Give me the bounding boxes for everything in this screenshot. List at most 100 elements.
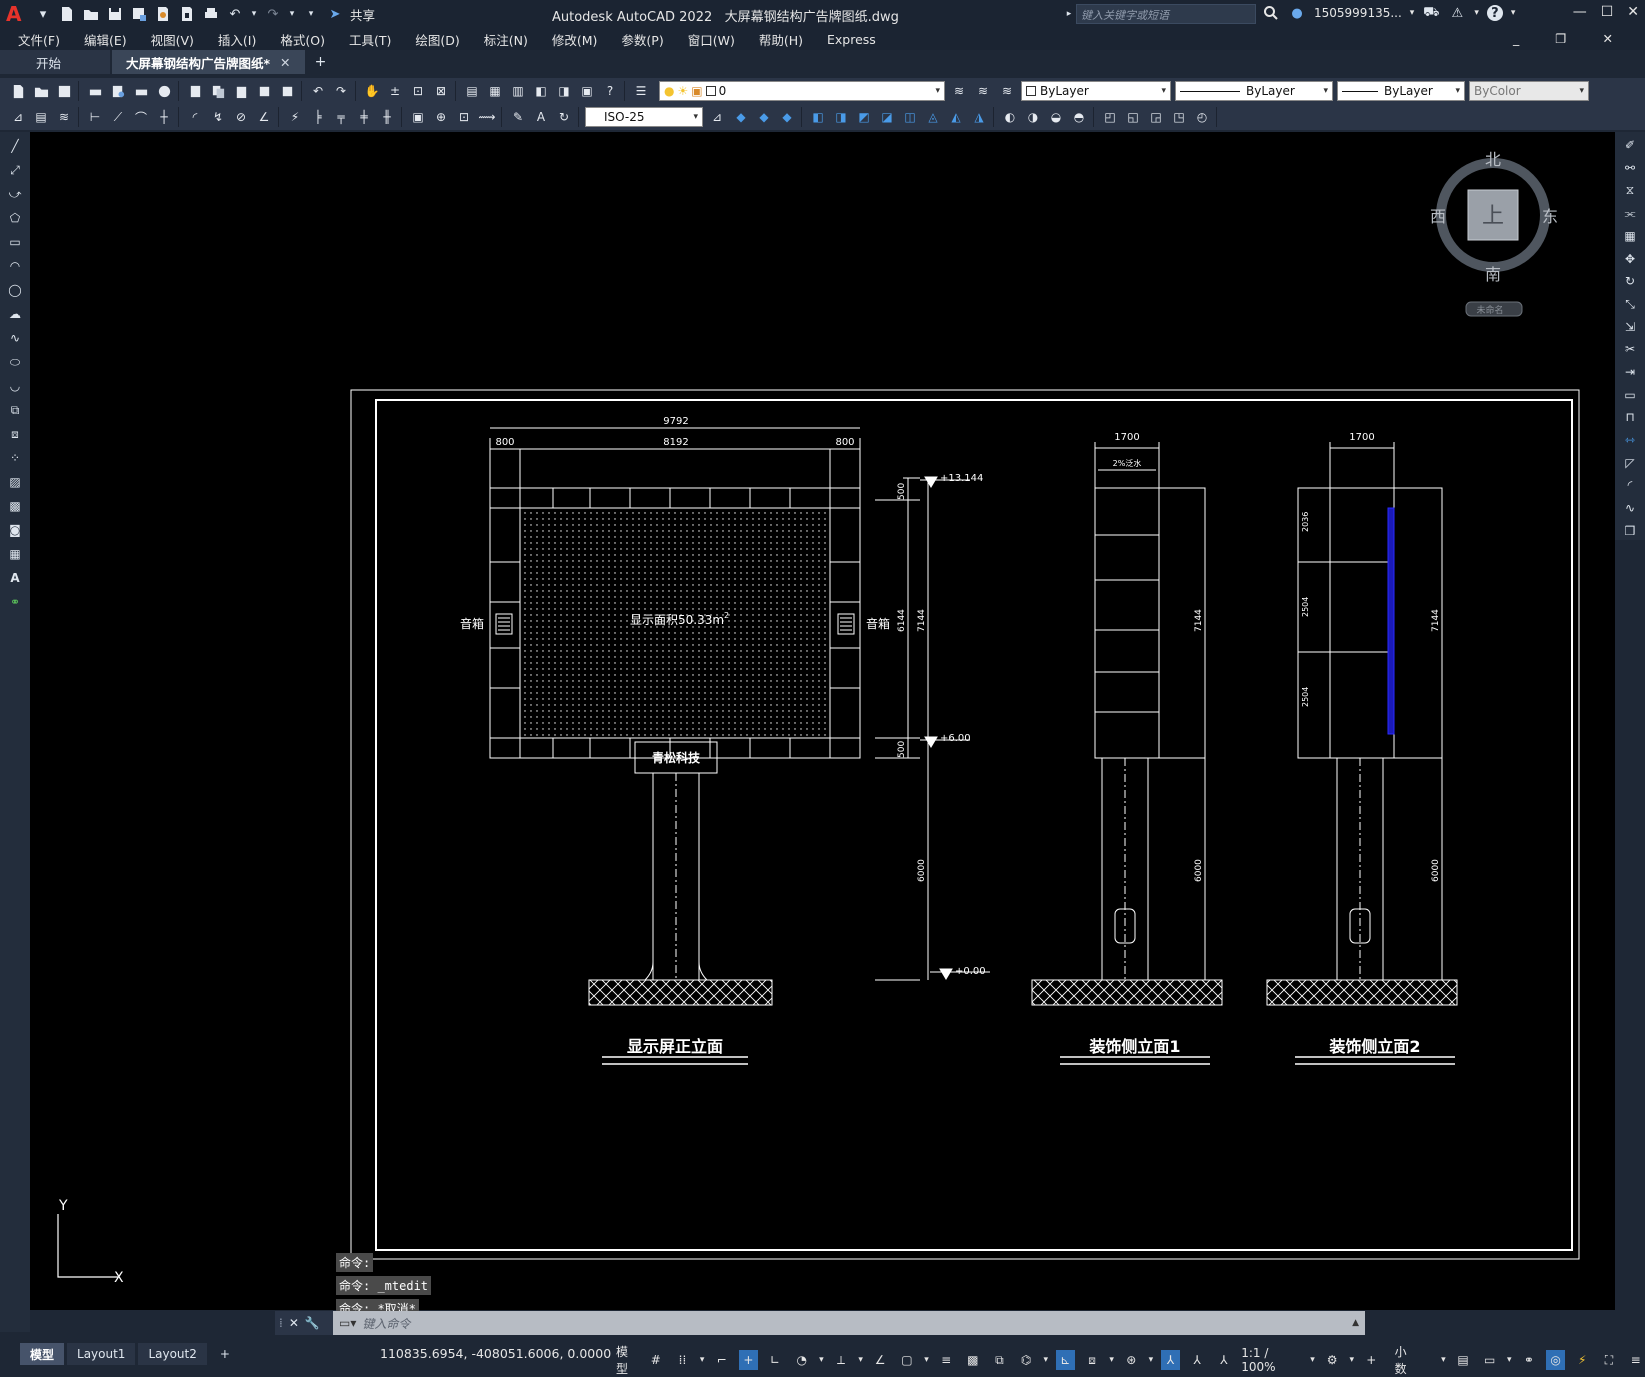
center-mark-icon[interactable]: ⊕ [431, 107, 451, 127]
spline-icon[interactable]: ∿ [5, 328, 25, 348]
menu-edit[interactable]: 编辑(E) [84, 30, 127, 49]
help-icon[interactable]: ? [1486, 5, 1503, 21]
continue-icon[interactable]: ╤ [331, 107, 351, 127]
gradient-icon[interactable]: ▩ [5, 496, 25, 516]
tool-palettes-icon[interactable]: ▥ [508, 81, 528, 101]
calculator-icon[interactable]: ▣ [577, 81, 597, 101]
union-icon[interactable]: ◆ [754, 107, 774, 127]
workspace-chevron-icon[interactable]: ▾ [1349, 1355, 1354, 1365]
snap-icon[interactable]: ⁞⁞ [673, 1350, 692, 1370]
sheet-set-icon[interactable]: ◧ [531, 81, 551, 101]
region-icon[interactable]: ◙ [5, 520, 25, 540]
layer-lock-icon[interactable]: ▣ [691, 84, 702, 98]
undo-icon[interactable]: ↶ [308, 81, 328, 101]
filter-chevron-icon[interactable]: ▾ [1109, 1355, 1114, 1365]
app-menu-chevron-icon[interactable]: ▾ [34, 5, 52, 23]
make-block-icon[interactable]: ⧈ [5, 424, 25, 444]
minimize-icon[interactable]: — [1573, 4, 1587, 20]
zoom-previous-icon[interactable]: ⊠ [431, 81, 451, 101]
rotate-face-icon[interactable]: ◫ [900, 107, 920, 127]
compass-north[interactable]: 北 [1485, 150, 1501, 169]
menu-draw[interactable]: 绘图(D) [415, 30, 459, 49]
maximize-icon[interactable]: ☐ [1601, 4, 1614, 20]
3d-osnap-icon[interactable]: ⌬ [1017, 1350, 1036, 1370]
rectangle-icon[interactable]: ▭ [5, 232, 25, 252]
selection-filter-icon[interactable]: ⧈ [1083, 1350, 1102, 1370]
cart-icon[interactable]: ⛟ [1422, 4, 1440, 22]
search-icon[interactable] [1262, 4, 1280, 22]
hardware-acceleration-icon[interactable]: ⚡ [1573, 1350, 1592, 1370]
copy-face-icon[interactable]: ◭ [946, 107, 966, 127]
help-chevron-icon[interactable]: ▾ [1511, 8, 1516, 18]
rotate-icon[interactable]: ↻ [1620, 272, 1640, 291]
share-icon[interactable]: ➤ [326, 5, 344, 23]
save-as-icon[interactable] [130, 5, 148, 23]
lock-chevron-icon[interactable]: ▾ [1507, 1355, 1512, 1365]
annotation-visibility-icon[interactable]: ⅄ [1161, 1350, 1180, 1370]
workspace-gear-icon[interactable]: ⚙ [1323, 1350, 1342, 1370]
extrude-face-icon[interactable]: ◧ [808, 107, 828, 127]
redo-icon[interactable]: ↷ [331, 81, 351, 101]
fillet-icon[interactable]: ◜ [1620, 476, 1640, 495]
share-label[interactable]: 共享 [350, 5, 375, 24]
ordinate-icon[interactable]: ┼ [154, 107, 174, 127]
markup-icon[interactable]: ◨ [554, 81, 574, 101]
undo-icon[interactable]: ↶ [226, 5, 244, 23]
dimstyle-dropdown[interactable]: ISO-25 ▾ [585, 107, 703, 127]
save-icon[interactable] [106, 5, 124, 23]
arc-length-icon[interactable]: ⌒ [131, 107, 151, 127]
separate-icon[interactable]: ◒ [1046, 107, 1066, 127]
menu-dimension[interactable]: 标注(N) [484, 30, 528, 49]
insert-block-icon[interactable]: ⧉ [5, 400, 25, 420]
menu-help[interactable]: 帮助(H) [759, 30, 803, 49]
tolerance-icon[interactable]: ▣ [408, 107, 428, 127]
diameter-icon[interactable]: ⊘ [231, 107, 251, 127]
tab-start[interactable]: 开始 [0, 50, 110, 74]
tab-model[interactable]: 模型 [20, 1343, 65, 1365]
3d-print-icon[interactable] [154, 81, 174, 101]
arc-icon[interactable]: ◠ [5, 256, 25, 276]
user-name[interactable]: 1505999135... [1314, 6, 1402, 20]
cut-icon[interactable] [185, 81, 205, 101]
copy-icon[interactable] [208, 81, 228, 101]
isodraft-icon[interactable]: ⟂ [832, 1350, 851, 1370]
properties-icon[interactable]: ▤ [462, 81, 482, 101]
auto-scale-icon[interactable]: ⅄ [1188, 1350, 1207, 1370]
graphics-performance-icon[interactable]: ◎ [1546, 1350, 1565, 1370]
offset-icon[interactable]: ⫘ [1620, 204, 1640, 223]
open-web-icon[interactable] [154, 5, 172, 23]
ucs-icon[interactable]: ⊿ [8, 107, 28, 127]
blend-icon[interactable]: ∿ [1620, 499, 1640, 518]
block-editor-icon[interactable] [277, 81, 297, 101]
quick-properties-icon[interactable]: ▤ [1454, 1350, 1473, 1370]
array-icon[interactable]: ▦ [1620, 227, 1640, 246]
linear-dimension-icon[interactable]: ⊢ [85, 107, 105, 127]
print-preview-icon[interactable] [108, 81, 128, 101]
3d-osnap-chevron-icon[interactable]: ▾ [1044, 1355, 1049, 1365]
layer-icon[interactable]: ≋ [54, 107, 74, 127]
command-recent-icon[interactable]: ▭▾ [339, 1316, 356, 1330]
selection-cycling-icon[interactable]: ⧉ [990, 1350, 1009, 1370]
imprint-icon[interactable]: ◐ [1000, 107, 1020, 127]
dynamic-ucs-icon[interactable]: ⊾ [1056, 1350, 1075, 1370]
quick-dimension-icon[interactable]: ⚡ [285, 107, 305, 127]
match-properties-icon[interactable] [254, 81, 274, 101]
help-icon[interactable]: ? [600, 81, 620, 101]
doc-close-icon[interactable]: ✕ [1603, 31, 1613, 46]
linetype-dropdown[interactable]: ByLayer ▾ [1175, 81, 1333, 101]
extract-edges-icon[interactable]: ◱ [1123, 107, 1143, 127]
annotation-monitor-icon[interactable]: + [1362, 1350, 1381, 1370]
space-icon[interactable]: ╪ [354, 107, 374, 127]
add-layout-icon[interactable]: + [210, 1343, 240, 1365]
chamfer-icon[interactable]: ◸ [1620, 453, 1640, 472]
compass-south[interactable]: 南 [1485, 265, 1501, 284]
inspection-icon[interactable]: ⊡ [454, 107, 474, 127]
command-line-scroll-icon[interactable]: ▲ [1352, 1318, 1365, 1328]
menu-express[interactable]: Express [827, 32, 876, 47]
ellipse-arc-icon[interactable]: ◡ [5, 376, 25, 396]
isodraft-chevron-icon[interactable]: ▾ [858, 1355, 863, 1365]
jogged-linear-icon[interactable]: ⟿ [477, 107, 497, 127]
zoom-window-icon[interactable]: ⊡ [408, 81, 428, 101]
grid-icon[interactable]: # [646, 1350, 665, 1370]
command-input[interactable]: ▭▾ 键入命令 [333, 1315, 1352, 1332]
